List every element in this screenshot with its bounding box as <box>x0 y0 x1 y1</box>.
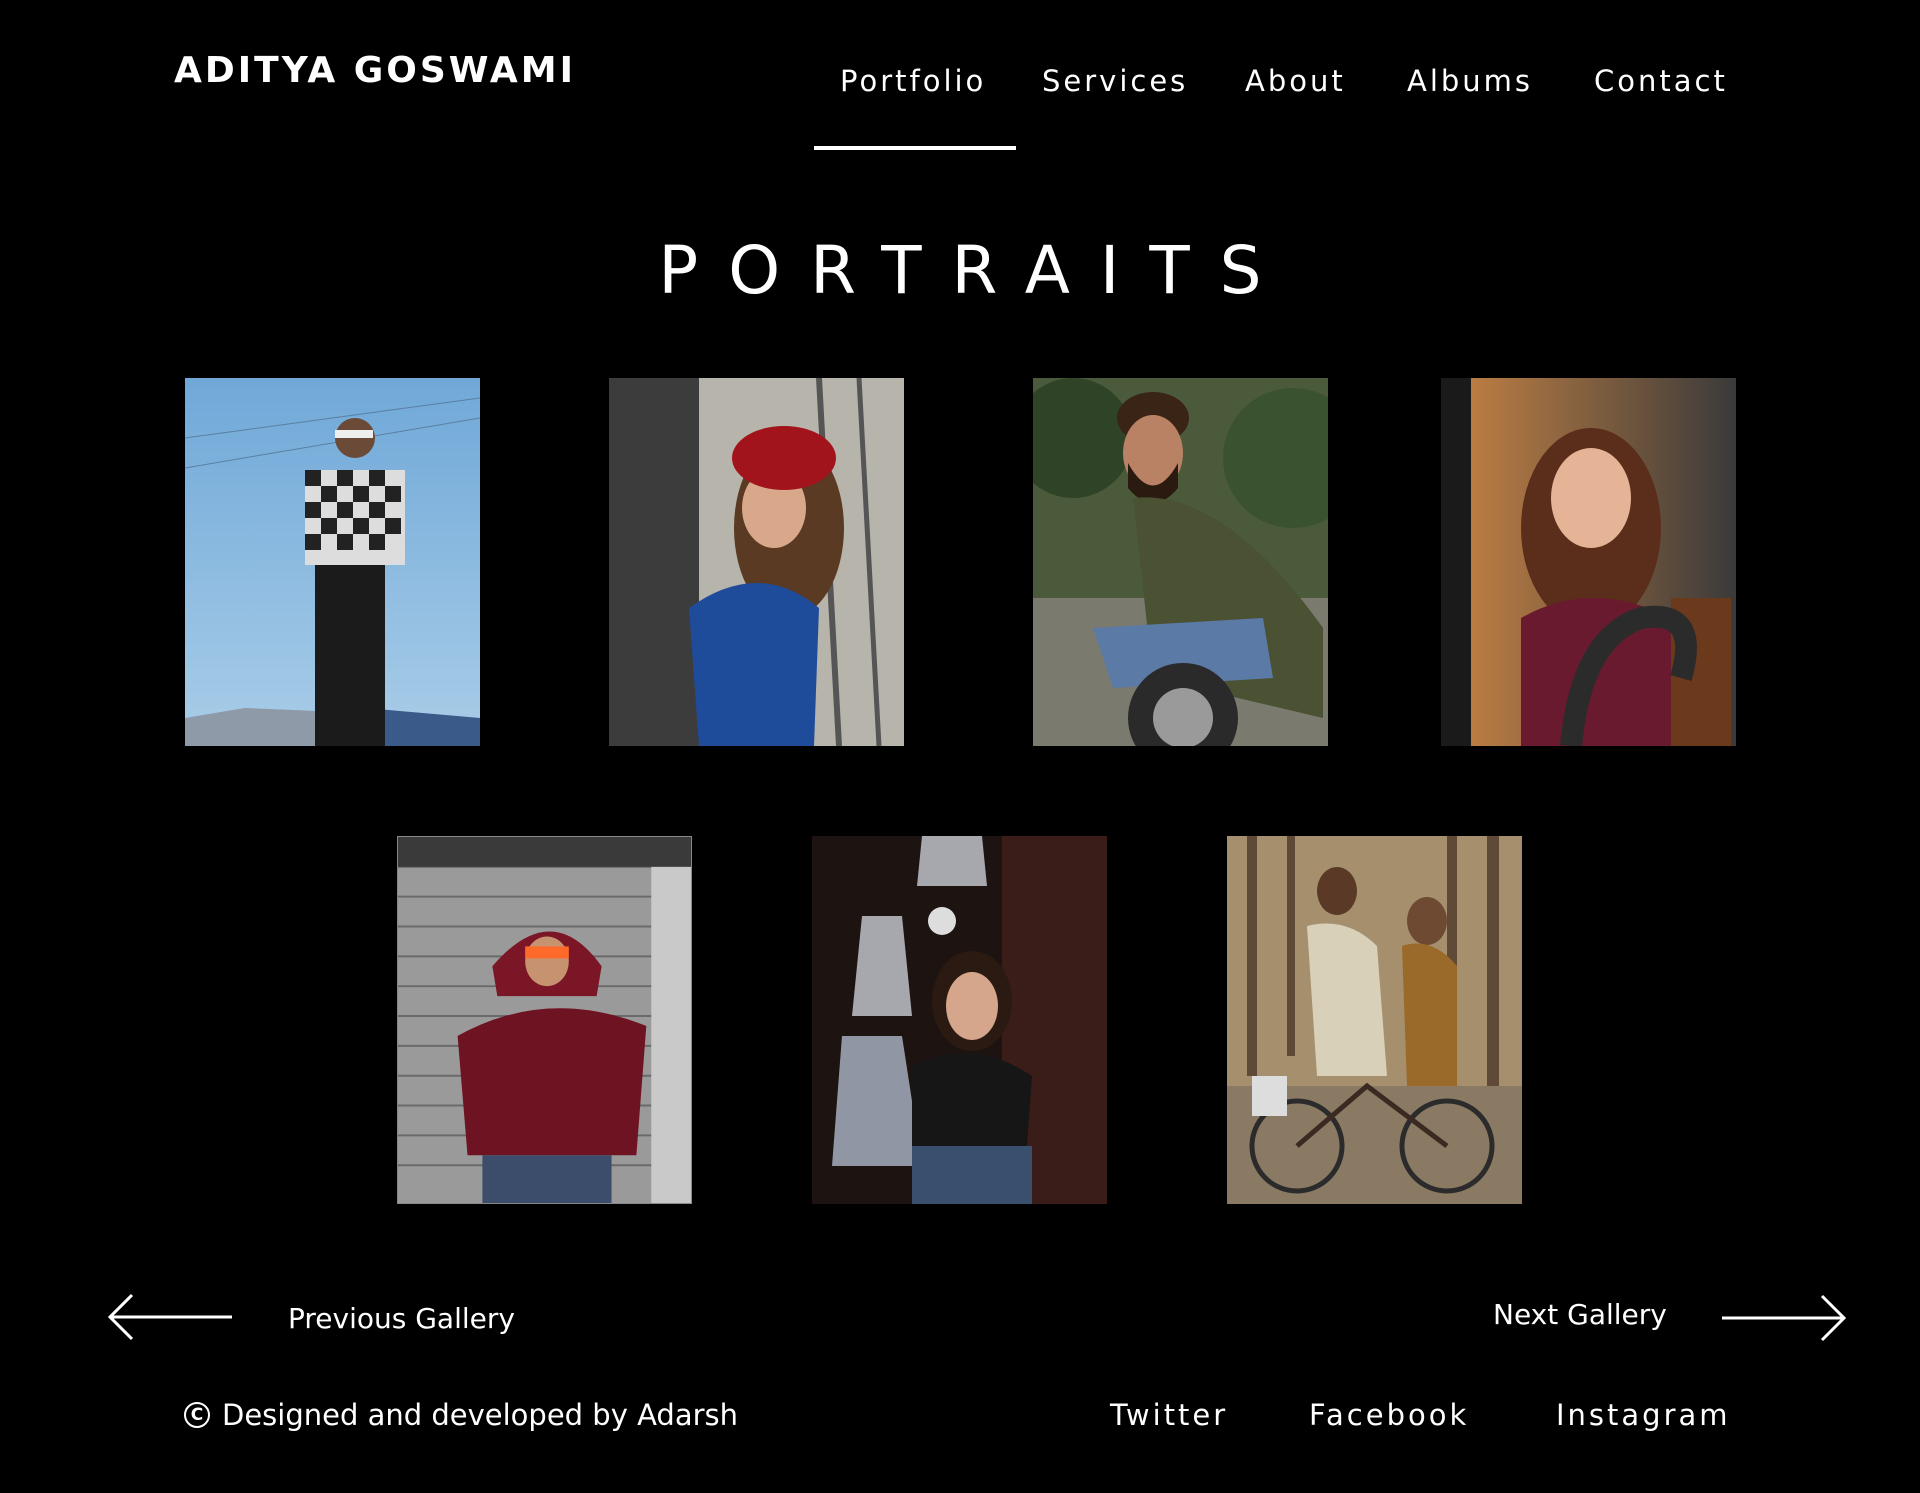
nav-contact[interactable]: Contact <box>1594 64 1728 98</box>
main-nav: Portfolio Services About Albums Contact <box>0 58 1920 158</box>
portrait-photo-7[interactable] <box>1227 836 1522 1204</box>
page: ADITYA GOSWAMI Portfolio Services About … <box>0 0 1920 1493</box>
nav-portfolio[interactable]: Portfolio <box>840 64 986 98</box>
portrait-photo-5[interactable] <box>397 836 692 1204</box>
previous-arrow-icon[interactable] <box>106 1293 234 1343</box>
page-title: PORTRAITS <box>658 232 1292 309</box>
active-nav-indicator <box>814 146 1016 150</box>
next-arrow-icon[interactable] <box>1720 1294 1848 1344</box>
portrait-photo-1[interactable] <box>185 378 480 746</box>
portrait-photo-2[interactable] <box>609 378 904 746</box>
twitter-link[interactable]: Twitter <box>1110 1398 1228 1432</box>
previous-gallery-link[interactable]: Previous Gallery <box>288 1302 515 1335</box>
nav-albums[interactable]: Albums <box>1407 64 1533 98</box>
next-gallery-link[interactable]: Next Gallery <box>1493 1298 1667 1331</box>
instagram-link[interactable]: Instagram <box>1556 1398 1731 1432</box>
nav-about[interactable]: About <box>1245 64 1346 98</box>
facebook-link[interactable]: Facebook <box>1309 1398 1469 1432</box>
footer-credit: C Designed and developed by Adarsh <box>184 1398 738 1432</box>
copyright-icon: C <box>184 1402 210 1428</box>
portrait-photo-6[interactable] <box>812 836 1107 1204</box>
nav-services[interactable]: Services <box>1042 64 1188 98</box>
portrait-photo-3[interactable] <box>1033 378 1328 746</box>
portrait-photo-4[interactable] <box>1441 378 1736 746</box>
credit-text: Designed and developed by Adarsh <box>222 1398 739 1432</box>
